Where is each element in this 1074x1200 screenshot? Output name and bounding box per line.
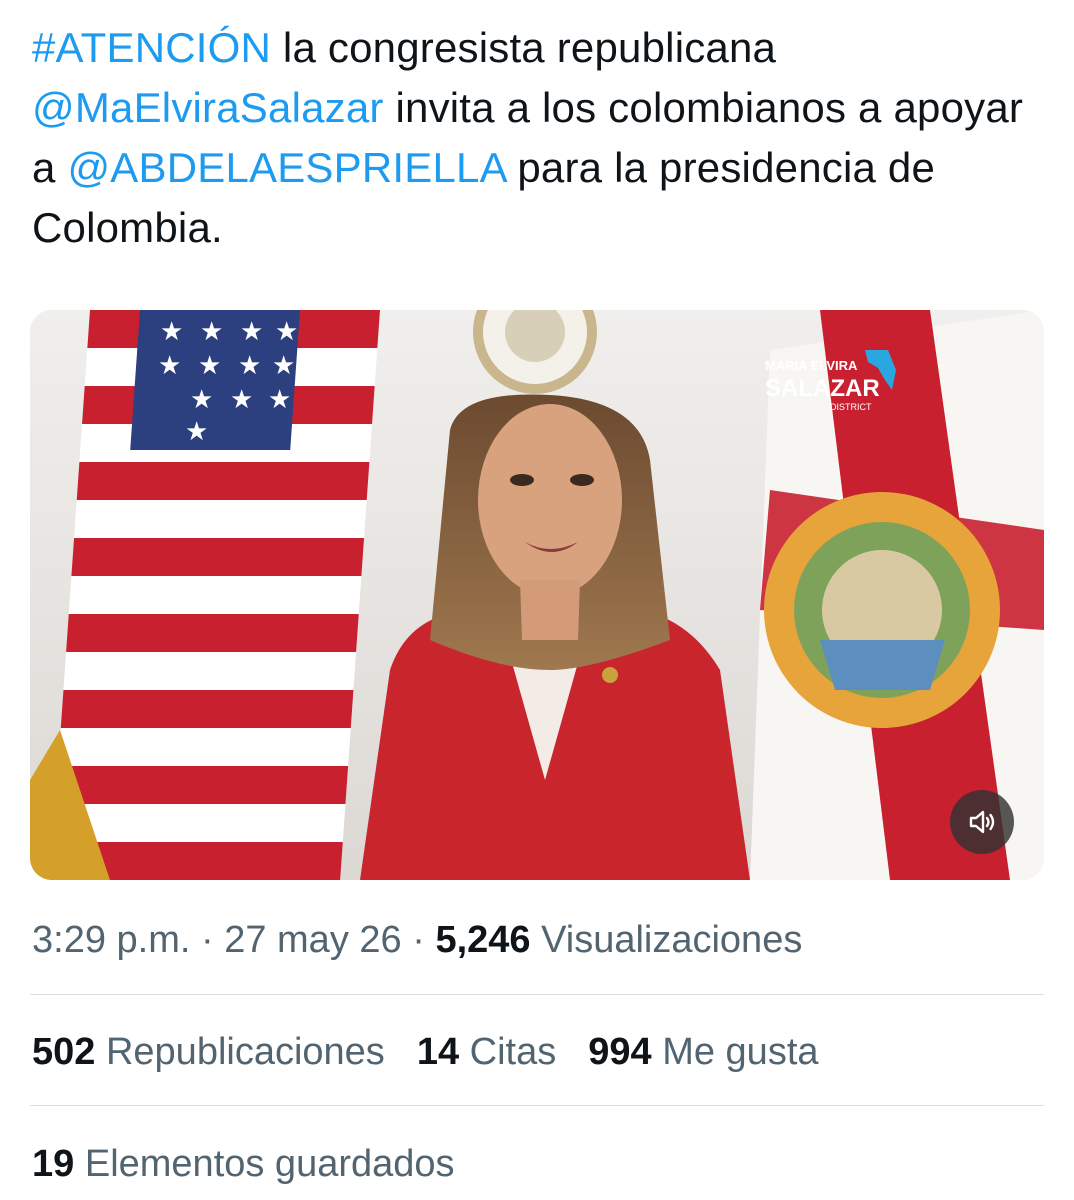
watermark-line-1: MARIA ELVIRA: [765, 358, 858, 373]
tweet-video[interactable]: ★ ★ ★ ★ ★ ★ ★ ★ ★ ★ ★ ★ MARIA ELVIRA SAL…: [30, 310, 1044, 880]
engagement-stats: 502 Republicaciones 14 Citas 994 Me gust…: [32, 1024, 819, 1080]
tweet-text-segment: la congresista republicana: [271, 24, 777, 71]
tweet-text: #ATENCIÓN la congresista republicana @Ma…: [32, 18, 1042, 258]
mention-link-abdelaespriella[interactable]: @ABDELAESPRIELLA: [67, 144, 505, 191]
reposts-count: 502: [32, 1031, 96, 1073]
svg-text:★: ★: [198, 351, 221, 381]
svg-text:★: ★: [160, 317, 183, 347]
svg-text:★: ★: [230, 385, 253, 415]
quotes-count: 14: [416, 1031, 460, 1073]
svg-text:★: ★: [275, 317, 298, 347]
svg-text:★: ★: [158, 351, 181, 381]
speaker-muted-icon: [969, 810, 995, 834]
meta-separator: ·: [401, 919, 436, 961]
likes-count: 994: [588, 1031, 652, 1073]
tweet-date[interactable]: 27 may 26: [224, 919, 401, 961]
watermark-line-3: DISTRICT: [830, 402, 872, 412]
hashtag-link[interactable]: #ATENCIÓN: [32, 24, 271, 71]
svg-text:★: ★: [272, 351, 295, 381]
watermark-line-2: SALAZAR: [765, 375, 880, 402]
svg-text:★: ★: [185, 417, 208, 447]
mute-toggle-button[interactable]: [950, 790, 1014, 854]
svg-text:★: ★: [190, 385, 213, 415]
reposts-stat[interactable]: 502 Republicaciones: [32, 1024, 385, 1080]
svg-text:★: ★: [240, 317, 263, 347]
mention-link-maelvirasalazar[interactable]: @MaElviraSalazar: [32, 84, 384, 131]
views-count: 5,246: [435, 919, 531, 961]
tweet-time[interactable]: 3:29 p.m.: [32, 919, 190, 961]
bookmarks-label: Elementos guardados: [84, 1143, 455, 1185]
divider: [30, 994, 1044, 995]
video-frame: ★ ★ ★ ★ ★ ★ ★ ★ ★ ★ ★ ★ MARIA ELVIRA SAL…: [30, 310, 1044, 880]
quotes-label: Citas: [469, 1031, 557, 1073]
divider: [30, 1105, 1044, 1106]
svg-text:★: ★: [268, 385, 291, 415]
meta-separator: ·: [190, 919, 225, 961]
bookmarks-count: 19: [32, 1143, 75, 1185]
tweet-meta: 3:29 p.m. · 27 may 26 · 5,246 Visualizac…: [32, 912, 802, 968]
bookmarks-stat[interactable]: 19 Elementos guardados: [32, 1136, 455, 1192]
likes-label: Me gusta: [662, 1031, 819, 1073]
reposts-label: Republicaciones: [105, 1031, 385, 1073]
likes-stat[interactable]: 994 Me gusta: [588, 1024, 818, 1080]
quotes-stat[interactable]: 14 Citas: [417, 1024, 556, 1080]
views-label: Visualizaciones: [541, 919, 803, 961]
svg-text:★: ★: [200, 317, 223, 347]
svg-text:★: ★: [238, 351, 261, 381]
